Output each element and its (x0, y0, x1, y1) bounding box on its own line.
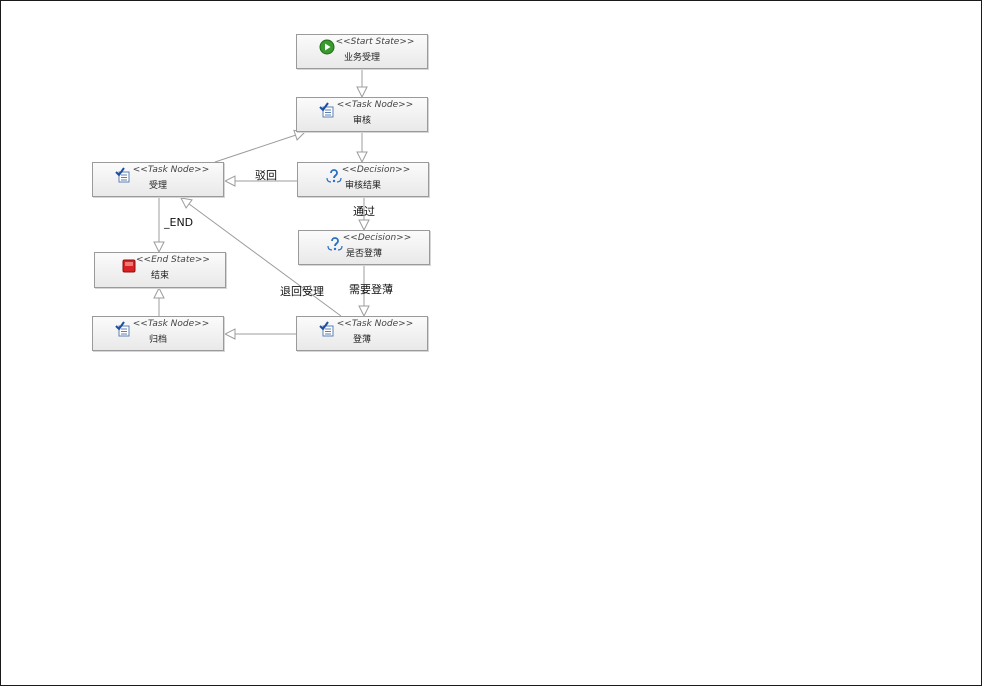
edge-label-end: _END (164, 216, 194, 229)
node-label: 审核结果 (344, 181, 381, 191)
node-label: 是否登薄 (345, 249, 382, 259)
edge-label-pass: 通过 (353, 205, 375, 218)
node-decision-review-result[interactable]: <<Decision>> 审核结果 (297, 162, 429, 197)
node-label: 结束 (150, 271, 169, 281)
node-label: 审核 (352, 116, 371, 126)
node-stereotype: <<Task Node>> (132, 319, 210, 329)
node-stereotype: <<Decision>> (342, 233, 412, 243)
node-label: 业务受理 (343, 53, 380, 63)
node-label: 受理 (148, 181, 167, 191)
node-stereotype: <<Task Node>> (336, 100, 414, 110)
node-stereotype: <<Decision>> (341, 165, 411, 175)
node-task-accept[interactable]: <<Task Node>> 受理 (92, 162, 224, 197)
node-stereotype: <<Start State>> (335, 37, 415, 47)
node-stereotype: <<Task Node>> (336, 319, 414, 329)
edge-label-need-register: 需要登薄 (349, 283, 393, 296)
node-decision-register-check[interactable]: <<Decision>> 是否登薄 (298, 230, 430, 265)
edge-label-return-accept: 退回受理 (280, 285, 324, 298)
node-task-archive[interactable]: <<Task Node>> 归档 (92, 316, 224, 351)
node-task-register[interactable]: <<Task Node>> 登薄 (296, 316, 428, 351)
diagram-canvas: <<Start State>> 业务受理 <<Task Node>> 审核 <<… (0, 0, 982, 686)
node-stereotype: <<End State>> (136, 255, 210, 265)
node-label: 归档 (148, 335, 167, 345)
node-stereotype: <<Task Node>> (132, 165, 210, 175)
node-start-state[interactable]: <<Start State>> 业务受理 (296, 34, 428, 69)
node-task-review[interactable]: <<Task Node>> 审核 (296, 97, 428, 132)
node-end-state[interactable]: <<End State>> 结束 (94, 252, 226, 288)
edge-label-reject: 驳回 (255, 169, 277, 182)
node-label: 登薄 (352, 335, 371, 345)
edge-accept-to-review (214, 132, 305, 163)
